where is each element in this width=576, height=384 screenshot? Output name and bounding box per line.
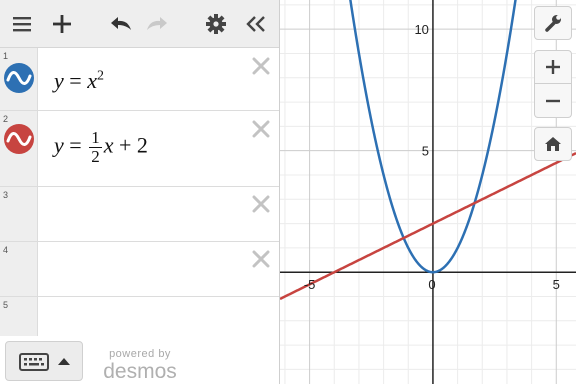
gear-icon[interactable] xyxy=(202,10,230,38)
expression-gutter: 4 xyxy=(0,242,38,296)
powered-by-desmos: powered by desmos xyxy=(98,348,182,384)
home-icon xyxy=(545,137,561,151)
close-icon xyxy=(252,57,270,75)
collapse-panel-button[interactable] xyxy=(242,10,270,38)
graph-visibility-toggle[interactable] xyxy=(4,124,34,154)
expression-gutter: 3 xyxy=(0,187,38,241)
hamburger-menu-icon[interactable] xyxy=(8,10,36,38)
expression-gutter: 1 xyxy=(0,48,38,110)
redo-icon[interactable] xyxy=(144,10,172,38)
zoom-out-button[interactable] xyxy=(534,84,572,118)
x-tick-label: 5 xyxy=(553,277,560,292)
x-tick-label: 0 xyxy=(428,277,435,292)
delete-expression-button[interactable] xyxy=(251,56,271,76)
expression-gutter: 2 xyxy=(0,111,38,186)
graph-settings-button[interactable] xyxy=(534,6,572,40)
x-tick-label: -5 xyxy=(304,277,316,292)
keyboard-icon xyxy=(19,353,49,371)
expression-list-panel: 1 y = x2 2 y = 12x + 2 3 4 5 powered by … xyxy=(0,0,280,384)
keyboard-toggle-button[interactable] xyxy=(5,341,83,381)
y-tick-label: 5 xyxy=(422,144,429,159)
default-viewport-button[interactable] xyxy=(534,127,572,161)
add-expression-button[interactable] xyxy=(48,10,76,38)
expression-row-4[interactable]: 4 xyxy=(0,242,279,297)
double-chevron-left-icon xyxy=(246,16,265,32)
expression-index: 5 xyxy=(3,300,9,310)
graph-paper[interactable]: -5 0 5 5 10 xyxy=(280,0,576,384)
expression-row-3[interactable]: 3 xyxy=(0,187,279,242)
expression-index: 2 xyxy=(3,114,9,124)
close-icon xyxy=(252,250,270,268)
sine-wave-icon xyxy=(6,71,32,85)
expression-math-1[interactable]: y = x2 xyxy=(54,68,104,94)
delete-expression-button[interactable] xyxy=(251,194,271,214)
expression-row-2[interactable]: 2 y = 12x + 2 xyxy=(0,111,279,187)
delete-expression-button[interactable] xyxy=(251,119,271,139)
wrench-icon xyxy=(545,15,561,32)
expression-index: 3 xyxy=(3,190,9,200)
undo-icon[interactable] xyxy=(106,10,134,38)
expression-row-1[interactable]: 1 y = x2 xyxy=(0,48,279,111)
minus-icon xyxy=(546,99,560,102)
expression-index: 1 xyxy=(3,51,9,61)
plus-icon xyxy=(53,15,71,33)
graph-visibility-toggle[interactable] xyxy=(4,63,34,93)
close-icon xyxy=(252,120,270,138)
plus-icon xyxy=(546,60,560,74)
expression-math-2[interactable]: y = 12x + 2 xyxy=(54,129,148,166)
expression-index: 4 xyxy=(3,245,9,255)
desmos-logo: desmos xyxy=(103,360,177,383)
expression-toolbar xyxy=(0,0,279,48)
expression-gutter: 5 xyxy=(0,297,38,336)
y-tick-label: 10 xyxy=(414,22,428,37)
expression-row-5[interactable]: 5 xyxy=(0,297,279,336)
delete-expression-button[interactable] xyxy=(251,249,271,269)
zoom-in-button[interactable] xyxy=(534,50,572,84)
caret-up-icon xyxy=(58,358,70,365)
graph-canvas[interactable]: -5 0 5 5 10 xyxy=(280,0,576,384)
powered-by-label: powered by xyxy=(109,348,171,360)
sine-wave-icon xyxy=(6,132,32,146)
close-icon xyxy=(252,195,270,213)
bottom-bar: powered by desmos xyxy=(0,336,279,384)
